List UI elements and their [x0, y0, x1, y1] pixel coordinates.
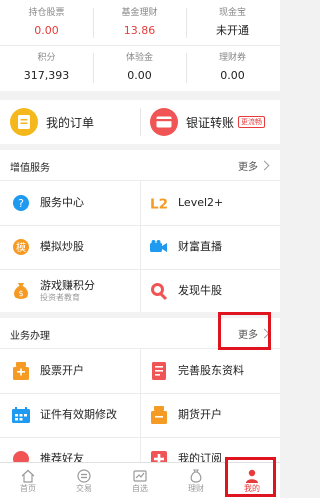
my-orders-button[interactable]: 我的订单 — [10, 100, 94, 144]
trial-fund-label: 体验金 — [125, 53, 153, 63]
level2-item[interactable]: L2 Level2+ — [150, 181, 223, 225]
svg-text:?: ? — [18, 197, 24, 210]
value-services-more-button[interactable]: 更多 — [238, 158, 270, 173]
tab-watchlist[interactable]: 自选 — [112, 463, 168, 498]
futures-account-label: 期货开户 — [178, 408, 222, 421]
highlight-box — [225, 457, 276, 497]
home-icon — [21, 468, 35, 483]
points-label: 积分 — [37, 53, 56, 63]
svg-text:L2: L2 — [150, 196, 168, 211]
holdings-value: 0.00 — [34, 24, 59, 37]
tab-trade-label: 交易 — [76, 484, 92, 493]
simulate-trading-item[interactable]: 模 模拟炒股 — [12, 225, 84, 269]
coupon-label: 理财券 — [218, 53, 246, 63]
chevron-right-icon — [259, 160, 270, 171]
shareholder-info-item[interactable]: 完善股东资料 — [150, 349, 244, 393]
value-services-header: 增值服务 更多 — [0, 150, 280, 181]
wealth-live-item[interactable]: 财富直播 — [150, 225, 222, 269]
tab-wealth[interactable]: 理财 — [168, 463, 224, 498]
points-value: 317,393 — [23, 69, 70, 82]
open-account-icon — [12, 362, 30, 380]
wealth-icon — [189, 468, 203, 483]
more-label: 更多 — [238, 162, 258, 173]
document-icon — [150, 362, 168, 380]
money-bag-icon: $ — [12, 282, 30, 300]
tab-watchlist-label: 自选 — [132, 484, 148, 493]
fund-label: 基金理财 — [121, 8, 158, 18]
bank-transfer-button[interactable]: 银证转账 更流畅 — [150, 100, 266, 144]
open-account-label: 股票开户 — [40, 364, 84, 377]
service-center-item[interactable]: ? 服务中心 — [12, 181, 84, 225]
game-points-label: 游戏赚积分 — [40, 279, 95, 292]
simulate-icon: 模 — [12, 238, 30, 256]
fund-stat[interactable]: 基金理财 13.86 — [93, 8, 186, 38]
tab-home[interactable]: 首页 — [0, 463, 56, 498]
bank-transfer-label: 银证转账 — [186, 115, 235, 130]
tab-wealth-label: 理财 — [188, 484, 204, 493]
holdings-stat[interactable]: 持仓股票 0.00 — [0, 8, 93, 38]
game-points-item[interactable]: $ 游戏赚积分 投资者教育 — [12, 269, 95, 313]
grid-divider — [140, 349, 141, 462]
investor-education-label: 投资者教育 — [40, 293, 80, 302]
svg-text:$: $ — [18, 289, 23, 298]
points-stat[interactable]: 积分 317,393 — [0, 53, 93, 83]
trial-fund-stat[interactable]: 体验金 0.00 — [93, 53, 186, 83]
id-validity-item[interactable]: 证件有效期修改 — [12, 393, 117, 437]
discover-stocks-label: 发现牛股 — [178, 284, 222, 297]
stats-divider — [186, 8, 187, 38]
futures-account-item[interactable]: 期货开户 — [150, 393, 222, 437]
fund-value: 13.86 — [123, 24, 156, 37]
coupon-value: 0.00 — [220, 69, 245, 82]
account-summary: 持仓股票 0.00 基金理财 13.86 现金宝 未开通 积分 317,393 … — [0, 0, 280, 91]
value-services-section: 增值服务 更多 ? 服务中心 L2 Level2+ 模 模拟炒股 财富直播 $ — [0, 150, 280, 312]
stats-divider — [93, 53, 94, 83]
calendar-icon — [12, 406, 30, 424]
holdings-label: 持仓股票 — [28, 8, 65, 18]
highlight-box — [218, 312, 271, 350]
open-account-item[interactable]: 股票开户 — [12, 349, 84, 393]
simulate-trading-label: 模拟炒股 — [40, 240, 84, 253]
tab-home-label: 首页 — [20, 484, 36, 493]
wealth-live-label: 财富直播 — [178, 240, 222, 253]
discover-stocks-item[interactable]: 发现牛股 — [150, 269, 222, 313]
transfer-badge: 更流畅 — [238, 116, 266, 128]
level2-label: Level2+ — [178, 196, 224, 209]
l2-icon: L2 — [150, 194, 168, 212]
cash-treasure-stat[interactable]: 现金宝 未开通 — [186, 8, 279, 38]
stats-divider — [0, 45, 280, 46]
business-title: 业务办理 — [10, 331, 50, 342]
stats-divider — [186, 53, 187, 83]
service-center-label: 服务中心 — [40, 196, 84, 209]
watchlist-icon — [133, 468, 147, 482]
quick-actions: 我的订单 银证转账 更流畅 — [0, 100, 280, 144]
trade-icon — [77, 468, 91, 483]
tab-trade[interactable]: 交易 — [56, 463, 112, 498]
value-services-title: 增值服务 — [10, 163, 50, 174]
trial-fund-value: 0.00 — [127, 69, 152, 82]
question-icon: ? — [12, 194, 30, 212]
cash-treasure-value: 未开通 — [216, 24, 249, 37]
stats-divider — [93, 8, 94, 38]
orders-icon — [10, 108, 38, 136]
card-icon — [150, 108, 178, 136]
coupon-stat[interactable]: 理财券 0.00 — [186, 53, 279, 83]
live-camera-icon — [150, 238, 168, 256]
id-validity-label: 证件有效期修改 — [40, 408, 117, 421]
futures-icon — [150, 406, 168, 424]
svg-text:模: 模 — [16, 242, 26, 254]
cash-treasure-label: 现金宝 — [218, 8, 246, 18]
quick-divider — [140, 108, 141, 136]
magnifier-icon — [150, 282, 168, 300]
shareholder-info-label: 完善股东资料 — [178, 364, 244, 377]
grid-divider — [140, 181, 141, 312]
my-orders-label: 我的订单 — [46, 115, 95, 130]
